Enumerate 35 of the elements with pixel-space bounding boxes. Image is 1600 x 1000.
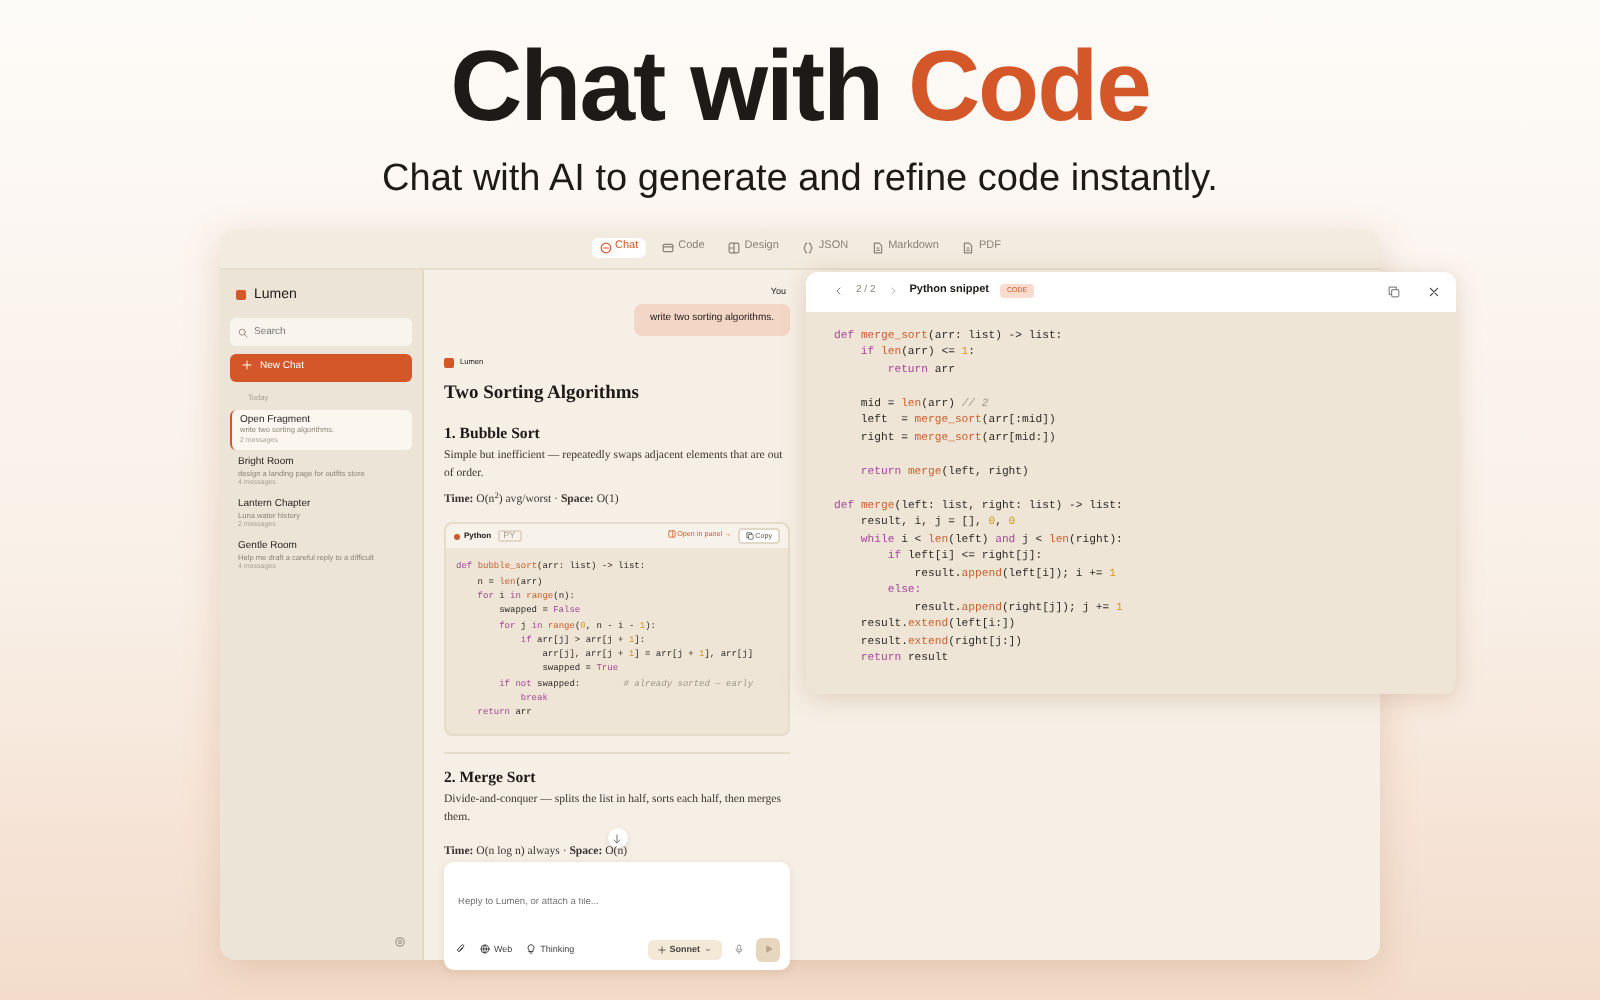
hero-title: Chat with Code [448, 36, 1152, 136]
chevron-left-icon [834, 286, 844, 296]
braces-icon [802, 242, 815, 254]
status-dot [454, 533, 460, 540]
close-button[interactable] [1428, 285, 1440, 297]
globe-icon [480, 944, 490, 955]
search-icon [238, 327, 248, 337]
microphone-button[interactable] [732, 944, 746, 955]
copy-button[interactable] [1388, 285, 1400, 297]
settings-icon[interactable] [394, 935, 406, 947]
close-icon [1428, 285, 1440, 297]
layout-icon [728, 242, 741, 254]
panel-icon [667, 530, 676, 539]
arrow-down-icon [612, 833, 622, 844]
microphone-icon [734, 944, 744, 955]
scroll-down-button[interactable] [607, 828, 627, 849]
lightbulb-icon [526, 944, 537, 955]
paperclip-icon [456, 944, 466, 955]
response-title: Two Sorting Algorithms [444, 382, 641, 409]
send-icon [763, 944, 773, 955]
code-window-icon [662, 242, 675, 254]
copy-icon [1388, 285, 1400, 297]
logo-icon [444, 358, 454, 369]
document-icon [872, 242, 885, 254]
copy-icon [745, 531, 754, 540]
hero-subtitle: Chat with AI to generate and refine code instantly. [380, 156, 1220, 204]
chat-bubble-icon [599, 242, 612, 254]
attach-button[interactable] [454, 944, 468, 955]
logo-icon [236, 290, 246, 301]
chevron-right-icon [887, 286, 898, 296]
next-button[interactable] [887, 286, 898, 296]
previous-button[interactable] [834, 286, 844, 296]
document-icon [962, 242, 975, 254]
send-button[interactable] [756, 937, 780, 962]
plus-icon [242, 360, 252, 371]
